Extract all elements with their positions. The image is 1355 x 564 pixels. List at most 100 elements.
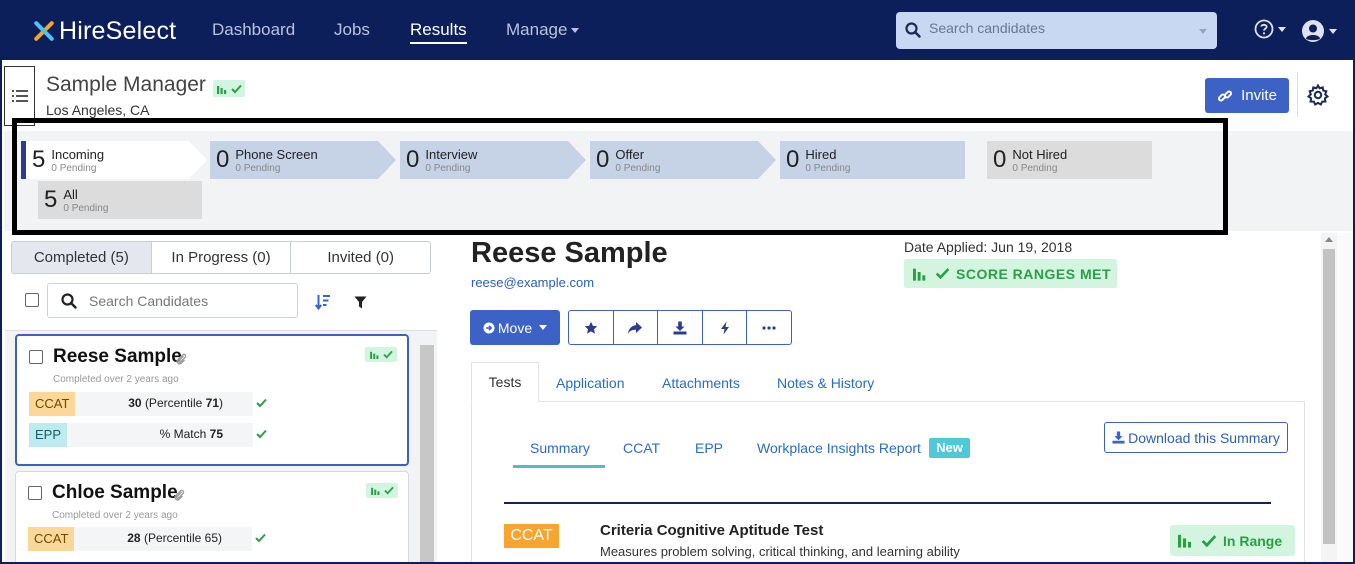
- stage-not-hired[interactable]: 0 Not Hired 0 Pending: [987, 141, 1152, 179]
- stage-name: Hired: [805, 147, 837, 162]
- list-menu-icon: [11, 90, 28, 102]
- test-tag: CCAT: [28, 527, 75, 551]
- stage-phone-screen[interactable]: 0 Phone Screen 0 Pending: [210, 141, 396, 179]
- candidate-status-tabs: Completed (5) In Progress (0) Invited (0…: [11, 241, 431, 274]
- sort-icon[interactable]: [315, 294, 331, 310]
- favorite-button[interactable]: [569, 311, 614, 344]
- candidate-card[interactable]: Chloe Sample Completed over 2 years ago …: [15, 471, 409, 564]
- stage-incoming[interactable]: 5 Incoming 0 Pending: [21, 141, 207, 179]
- candidate-card[interactable]: Reese Sample Completed over 2 years ago …: [15, 334, 409, 466]
- summary-divider: [504, 502, 1271, 504]
- search-dropdown-icon[interactable]: [1199, 29, 1207, 34]
- download-summary-label: Download this Summary: [1128, 429, 1280, 446]
- candidate-checkbox[interactable]: [29, 350, 43, 364]
- candidate-list-search-input[interactable]: [89, 293, 289, 309]
- bar-chart-icon: [913, 268, 926, 281]
- candidate-checkbox[interactable]: [28, 486, 42, 500]
- check-icon: [1201, 534, 1217, 547]
- candidate-email-link[interactable]: reese@example.com: [471, 275, 594, 290]
- download-icon: [673, 321, 687, 334]
- sidebar-toggle-button[interactable]: [4, 66, 35, 126]
- subtab-summary[interactable]: Summary: [530, 440, 590, 456]
- stage-count: 0: [406, 146, 420, 173]
- candidate-search-box[interactable]: [896, 12, 1217, 49]
- star-icon: [584, 321, 598, 334]
- tab-notes-history[interactable]: Notes & History: [777, 375, 874, 391]
- tab-application[interactable]: Application: [556, 375, 625, 391]
- tab-attachments[interactable]: Attachments: [662, 375, 740, 391]
- candidate-search-input[interactable]: [929, 20, 1189, 36]
- scroll-up-arrow-icon[interactable]: [1325, 237, 1333, 242]
- stage-all[interactable]: 5 All 0 Pending: [38, 181, 202, 219]
- select-all-checkbox[interactable]: [25, 293, 39, 307]
- tab-tests[interactable]: Tests: [471, 362, 539, 402]
- stage-name: All: [63, 187, 78, 202]
- test-description: Measures problem solving, critical think…: [600, 544, 960, 559]
- job-title: Sample Manager: [46, 73, 206, 96]
- score-value: 28 (Percentile 65): [127, 531, 222, 545]
- stage-name: Interview: [425, 147, 478, 162]
- stage-count: 0: [993, 146, 1007, 173]
- completed-time: Completed over 2 years ago: [53, 374, 179, 385]
- user-avatar-icon: [1302, 20, 1324, 42]
- quick-action-button[interactable]: [703, 311, 748, 344]
- candidate-action-group: [568, 310, 792, 345]
- stage-offer[interactable]: 0 Offer 0 Pending: [590, 141, 776, 179]
- nav-manage[interactable]: Manage: [506, 20, 580, 40]
- check-icon: [383, 486, 394, 495]
- move-button[interactable]: Move: [470, 310, 560, 345]
- check-icon: [255, 533, 266, 543]
- subtab-epp[interactable]: EPP: [695, 440, 723, 456]
- scrollbar-thumb[interactable]: [1323, 249, 1335, 544]
- candidate-detail-name: Reese Sample: [471, 237, 668, 269]
- tab-invited[interactable]: Invited (0): [291, 242, 430, 273]
- help-icon: [1254, 19, 1274, 39]
- stage-name: Not Hired: [1012, 147, 1068, 162]
- more-options-button[interactable]: [747, 311, 791, 344]
- stage-pending: 0 Pending: [63, 203, 109, 214]
- tab-in-progress[interactable]: In Progress (0): [151, 242, 292, 273]
- stage-name: Offer: [615, 147, 645, 162]
- download-icon: [1112, 431, 1125, 444]
- stage-name: Incoming: [51, 147, 105, 162]
- help-menu[interactable]: [1254, 19, 1286, 39]
- hireselect-logo[interactable]: HireSelect: [32, 16, 176, 46]
- candidate-list-search[interactable]: [47, 283, 298, 318]
- invite-button[interactable]: Invite: [1205, 78, 1289, 113]
- filter-icon[interactable]: [354, 296, 367, 309]
- bar-chart-icon: [1178, 534, 1192, 548]
- stage-count: 0: [216, 146, 230, 173]
- check-icon: [256, 429, 267, 439]
- subtab-workplace-insights[interactable]: Workplace Insights Report: [757, 440, 921, 456]
- stage-interview[interactable]: 0 Interview 0 Pending: [400, 141, 586, 179]
- check-icon: [382, 350, 393, 359]
- detail-scrollbar[interactable]: [1321, 233, 1337, 564]
- ellipsis-icon: [762, 325, 776, 330]
- score-row: EPP % Match 75: [29, 423, 267, 447]
- chevron-down-icon: [571, 28, 580, 34]
- header-divider: [1297, 72, 1298, 117]
- stage-count: 5: [44, 186, 58, 213]
- download-summary-button[interactable]: Download this Summary: [1104, 422, 1288, 453]
- score-percentile: 71: [205, 396, 219, 410]
- gear-icon[interactable]: [1307, 84, 1329, 106]
- share-arrow-icon: [628, 321, 643, 334]
- nav-dashboard[interactable]: Dashboard: [212, 20, 295, 40]
- forward-button[interactable]: [614, 311, 659, 344]
- nav-jobs[interactable]: Jobs: [334, 20, 370, 40]
- test-title: Criteria Cognitive Aptitude Test: [600, 522, 824, 539]
- stage-hired[interactable]: 0 Hired 0 Pending: [780, 141, 965, 179]
- nav-results[interactable]: Results: [410, 20, 467, 44]
- search-icon: [905, 22, 921, 38]
- score-detail: (Percentile: [144, 396, 206, 410]
- stage-count: 0: [786, 146, 800, 173]
- tab-completed[interactable]: Completed (5): [12, 242, 152, 273]
- download-button[interactable]: [658, 311, 703, 344]
- date-applied: Date Applied: Jun 19, 2018: [904, 239, 1073, 255]
- score-value: % Match 75: [160, 427, 223, 441]
- user-menu[interactable]: [1301, 19, 1337, 43]
- subtab-ccat[interactable]: CCAT: [623, 440, 660, 456]
- candidate-list-scrollbar[interactable]: [420, 345, 434, 564]
- score-met-badge: [213, 80, 245, 97]
- stage-pending: 0 Pending: [615, 163, 661, 174]
